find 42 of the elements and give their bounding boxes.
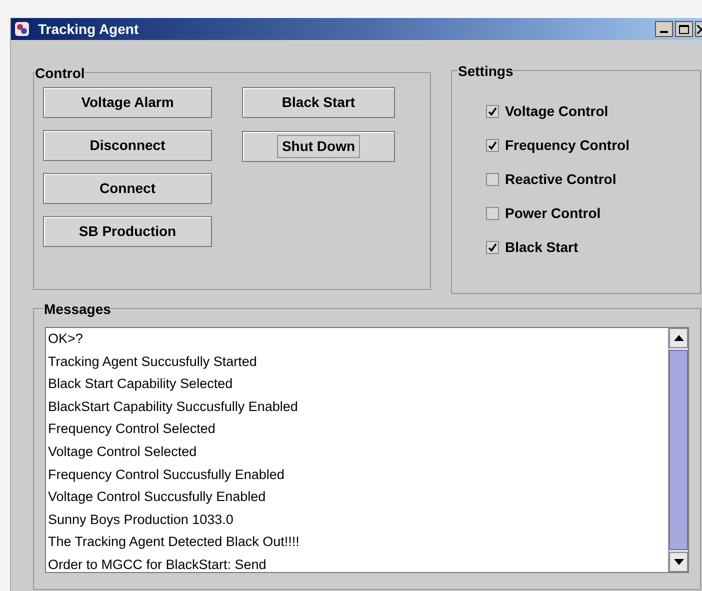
message-line: The Tracking Agent Detected Black Out!!!! — [48, 533, 300, 552]
scroll-thumb[interactable] — [669, 350, 688, 550]
check-icon — [488, 140, 497, 150]
message-line: Sunny Boys Production 1033.0 — [48, 510, 234, 529]
check-icon — [488, 242, 497, 252]
maximize-button[interactable] — [675, 21, 693, 37]
minimize-icon — [660, 31, 668, 33]
action-button[interactable]: Shut Down — [242, 131, 395, 162]
checkbox-label: Reactive Control — [505, 170, 616, 188]
maximize-icon — [679, 24, 689, 34]
action-button[interactable]: Voltage Alarm — [43, 87, 212, 118]
checkbox[interactable] — [486, 138, 499, 152]
message-line: OK>? — [48, 330, 84, 348]
action-button[interactable]: Connect — [43, 173, 212, 204]
message-line: Voltage Control Selected — [48, 442, 198, 461]
scroll-down-button[interactable] — [669, 552, 688, 572]
checkbox[interactable] — [486, 172, 499, 186]
window-title: Tracking Agent — [38, 20, 139, 39]
message-line: Frequency Control Succusfully Enabled — [48, 466, 286, 484]
checkbox[interactable] — [486, 206, 499, 220]
action-button[interactable]: Black Start — [242, 87, 395, 118]
message-line: Frequency Control Selected — [48, 420, 216, 438]
message-line: Voltage Control Succusfully Enabled — [48, 488, 267, 506]
checkbox-label: Black Start — [505, 238, 578, 256]
message-line: Black Start Capability Selected — [48, 375, 234, 394]
scroll-bar[interactable] — [668, 328, 688, 572]
checkbox[interactable] — [486, 104, 499, 118]
checkbox[interactable] — [486, 240, 499, 254]
checkbox-label: Voltage Control — [505, 102, 608, 121]
message-line: Order to MGCC for BlackStart: Send — [48, 556, 268, 572]
checkbox-label: Frequency Control — [505, 136, 630, 155]
checkbox-label: Power Control — [505, 204, 601, 222]
message-line: BlackStart Capability Succusfully Enabled — [48, 398, 299, 416]
message-line: Tracking Agent Succusfully Started — [48, 352, 258, 371]
check-icon — [488, 106, 497, 116]
action-button[interactable]: SB Production — [43, 216, 212, 247]
scroll-up-button[interactable] — [669, 328, 688, 348]
up-arrow-icon — [674, 335, 684, 341]
down-arrow-icon — [674, 559, 684, 565]
minimize-button[interactable] — [655, 21, 673, 37]
action-button[interactable]: Disconnect — [43, 130, 212, 161]
app-icon — [14, 21, 30, 37]
